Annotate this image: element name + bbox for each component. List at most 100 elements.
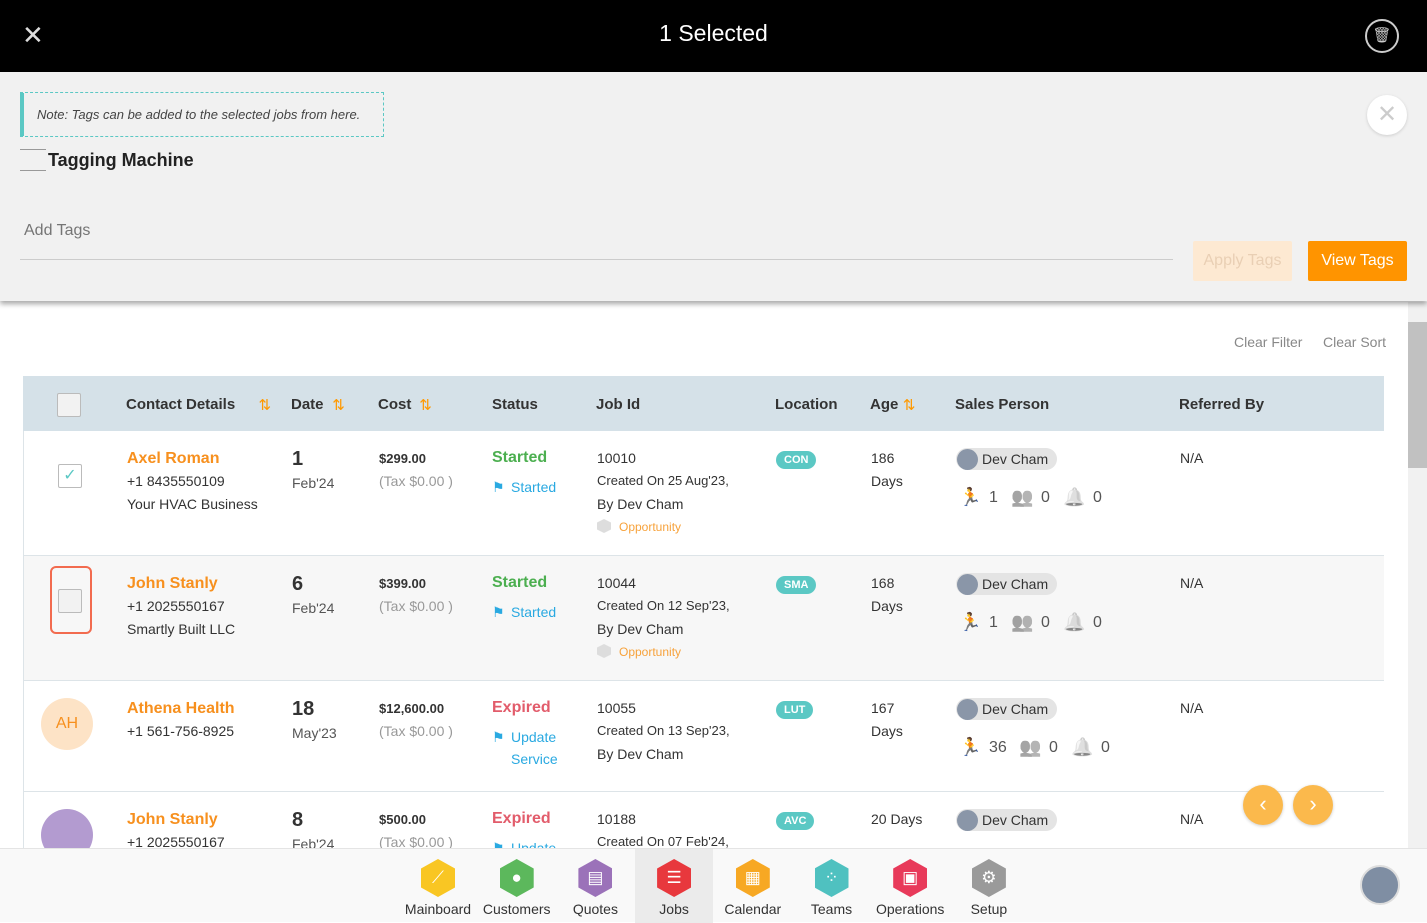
- call-icon[interactable]: 🏃: [959, 612, 981, 633]
- count: 0: [1101, 739, 1110, 756]
- contact-phone: +1 561-756-8925: [127, 723, 235, 739]
- tax: (Tax $0.00 ): [379, 473, 453, 489]
- row-checkbox[interactable]: ✓: [58, 464, 82, 488]
- nav-label: Jobs: [659, 901, 689, 917]
- meeting-icon[interactable]: 👥: [1011, 612, 1033, 633]
- date-month: May'23: [292, 725, 337, 741]
- job-id[interactable]: 10055: [597, 700, 636, 716]
- sort-icon[interactable]: ⇅: [419, 396, 432, 414]
- contact-name[interactable]: John Stanly: [127, 575, 218, 593]
- sales-avatar: [957, 449, 978, 470]
- tag-label: Opportunity: [619, 645, 682, 659]
- column-header[interactable]: Contact Details: [126, 396, 235, 413]
- sub-status-link[interactable]: Started: [511, 604, 556, 620]
- column-header: Job Id: [596, 396, 641, 413]
- nav-label: Setup: [970, 901, 1008, 917]
- age: 20 Days: [871, 811, 923, 827]
- sales-person: Dev Cham: [956, 809, 1058, 831]
- prev-arrow-button[interactable]: ‹: [1243, 785, 1283, 825]
- count: 0: [1093, 489, 1102, 506]
- created-on: Created On 13 Sep'23,: [597, 723, 730, 738]
- tag-note: Note: Tags can be added to the selected …: [20, 92, 384, 137]
- column-header[interactable]: Date: [291, 396, 324, 413]
- referred-by: N/A: [1180, 575, 1204, 591]
- sort-icon[interactable]: ⇅: [332, 396, 345, 414]
- call-icon[interactable]: 🏃: [959, 487, 981, 508]
- sub-status-link[interactable]: Service: [511, 751, 558, 767]
- date-day: 18: [292, 698, 315, 720]
- scrollbar[interactable]: [1408, 302, 1427, 848]
- location-badge: SMA: [776, 576, 817, 594]
- sales-name: Dev Cham: [982, 701, 1049, 717]
- alarm-icon[interactable]: 🔔: [1071, 737, 1093, 758]
- job-id[interactable]: 10188: [597, 811, 636, 827]
- location-badge: CON: [776, 451, 817, 469]
- age: 168: [871, 575, 895, 591]
- teams-icon: ⁘: [814, 859, 849, 897]
- nav-jobs[interactable]: ☰ Jobs: [635, 849, 714, 923]
- contact-name[interactable]: Athena Health: [127, 700, 235, 718]
- call-icon[interactable]: 🏃: [959, 737, 981, 758]
- table-row[interactable]: AH Athena Health +1 561-756-8925 18 May'23 $1…: [23, 681, 1384, 792]
- tax: (Tax $0.00 ): [379, 723, 453, 739]
- nav-setup[interactable]: ⚙ Setup: [950, 849, 1028, 923]
- location-badge: AVC: [776, 812, 815, 830]
- table-row[interactable]: ✓ Axel Roman +1 8435550109 Your HVAC Busine…: [23, 431, 1384, 556]
- contact-phone: +1 8435550109: [127, 473, 225, 489]
- tagging-title: Tagging Machine: [48, 150, 194, 170]
- gear-icon: ⚙: [971, 859, 1006, 897]
- alarm-icon[interactable]: 🔔: [1063, 612, 1085, 633]
- view-tags-button[interactable]: View Tags: [1308, 241, 1407, 281]
- nav-quotes[interactable]: ▤ Quotes: [556, 849, 634, 923]
- job-id[interactable]: 10044: [597, 575, 636, 591]
- clear-filter-link[interactable]: Clear Filter: [1234, 334, 1302, 350]
- flag-icon: ⚑: [492, 479, 505, 495]
- nav-operations[interactable]: ▣ Operations: [871, 849, 949, 923]
- column-header[interactable]: Age: [870, 396, 898, 413]
- sort-icon[interactable]: ⇅: [259, 396, 272, 414]
- next-arrow-button[interactable]: ›: [1293, 785, 1333, 825]
- meeting-icon[interactable]: 👥: [1011, 487, 1033, 508]
- select-all-checkbox[interactable]: [57, 393, 81, 417]
- avatar: AH: [41, 698, 93, 750]
- nav-label: Calendar: [724, 901, 782, 917]
- calendar-icon: ▦: [735, 859, 770, 897]
- status: Started: [492, 449, 548, 466]
- sub-status-link[interactable]: Started: [511, 479, 556, 495]
- column-header: Status: [492, 396, 538, 413]
- column-header[interactable]: Cost: [378, 396, 411, 413]
- tag-icon: [597, 519, 611, 533]
- status: Expired: [492, 699, 551, 716]
- scrollbar-thumb[interactable]: [1408, 322, 1427, 468]
- meeting-icon[interactable]: 👥: [1019, 737, 1041, 758]
- alarm-icon[interactable]: 🔔: [1063, 487, 1085, 508]
- age: Days: [871, 473, 903, 489]
- date-day: 6: [292, 573, 304, 595]
- cost: $12,600.00: [379, 701, 445, 716]
- sub-status-link[interactable]: Update: [511, 729, 556, 745]
- count: 36: [989, 739, 1007, 756]
- user-avatar[interactable]: [1360, 865, 1400, 905]
- location-badge: LUT: [776, 701, 814, 719]
- nav-calendar[interactable]: ▦ Calendar: [714, 849, 792, 923]
- sub-status-link[interactable]: Update: [511, 840, 556, 848]
- add-tags-input[interactable]: [20, 202, 1173, 260]
- customer-icon: ●: [499, 859, 534, 897]
- nav-teams[interactable]: ⁘ Teams: [793, 849, 871, 923]
- apply-tags-button[interactable]: Apply Tags: [1193, 241, 1292, 281]
- trash-icon[interactable]: 🗑: [1365, 19, 1399, 53]
- bottom-nav: ⟋ Mainboard ● Customers ▤ Quotes ☰ Jobs ▦ Calenda…: [0, 848, 1427, 923]
- close-panel-button[interactable]: ✕: [1367, 95, 1407, 135]
- jobs-table: Contact Details ⇅ Date ⇅ Cost ⇅ Status Job Id Lo…: [23, 376, 1384, 848]
- table-row[interactable]: John Stanly +1 2025550167 Smartly Built LL…: [23, 556, 1384, 681]
- sort-icon[interactable]: ⇅: [903, 396, 916, 414]
- contact-name[interactable]: Axel Roman: [127, 450, 219, 468]
- clear-sort-link[interactable]: Clear Sort: [1323, 334, 1386, 350]
- nav-customers[interactable]: ● Customers: [478, 849, 556, 923]
- sales-name: Dev Cham: [982, 451, 1049, 467]
- job-id[interactable]: 10010: [597, 450, 636, 466]
- nav-mainboard[interactable]: ⟋ Mainboard: [399, 849, 477, 923]
- contact-name[interactable]: John Stanly: [127, 811, 218, 829]
- sales-avatar: [957, 810, 978, 831]
- table-row[interactable]: John Stanly +1 2025550167 8 Feb'24 $500.00 (T…: [23, 792, 1384, 848]
